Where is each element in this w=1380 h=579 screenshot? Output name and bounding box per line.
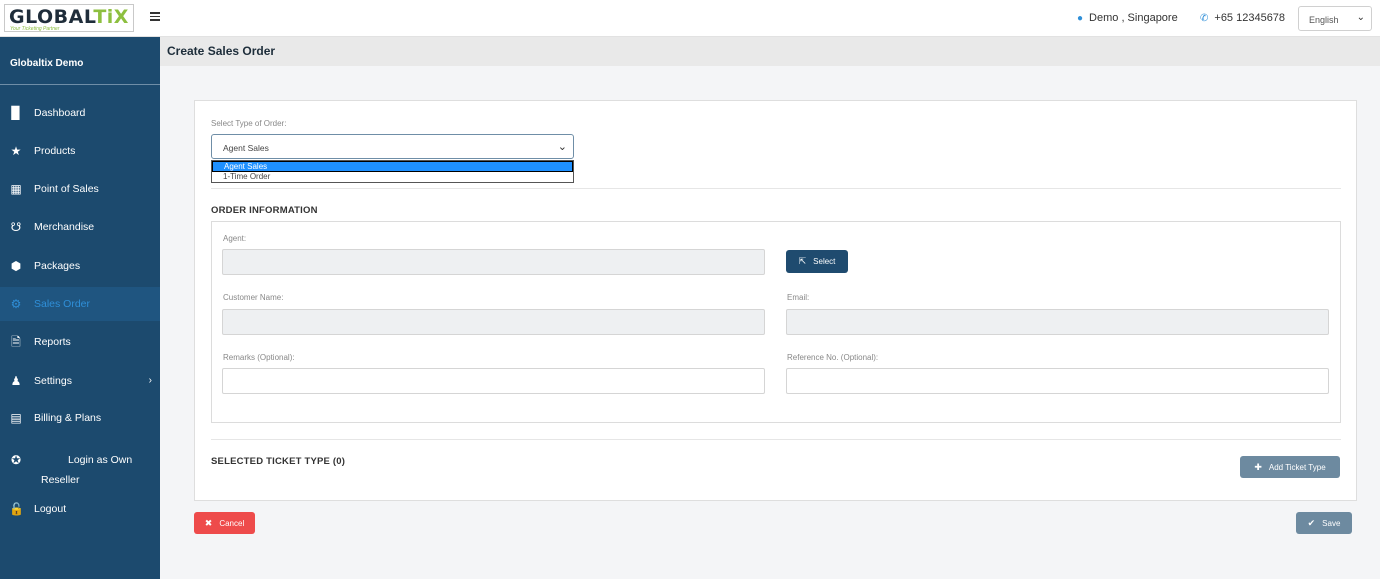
check-icon: ✔ [1307, 517, 1316, 528]
order-type-select[interactable]: Agent Sales ⌄ [211, 134, 574, 159]
save-button[interactable]: ✔ Save [1296, 512, 1352, 534]
agent-label: Agent: [223, 234, 247, 243]
reference-no-field[interactable] [786, 368, 1329, 394]
user-info[interactable]: ● Demo , Singapore [1077, 12, 1178, 24]
cursor-icon: ⇱ [798, 256, 807, 266]
menu-toggle-icon[interactable] [150, 10, 160, 24]
dropdown-option-1-time-order[interactable]: 1-Time Order [212, 172, 573, 183]
sidebar-item-merchandise[interactable]: ☋ Merchandise [0, 220, 160, 234]
sidebar-item-dashboard[interactable]: ▉ Dashboard [0, 106, 160, 120]
divider [211, 188, 1341, 189]
selected-ticket-type-title: SELECTED TICKET TYPE (0) [211, 456, 346, 467]
lock-icon: 🔓 [9, 502, 24, 516]
star-circle-icon: ✪ [10, 453, 22, 467]
plus-icon: ✚ [1254, 461, 1262, 472]
content-header: Create Sales Order [160, 37, 1380, 66]
order-type-label: Select Type of Order: [211, 119, 287, 128]
sidebar-item-products[interactable]: ★ Products [0, 144, 160, 158]
divider [211, 439, 1341, 440]
bar-chart-icon: ▉ [11, 106, 21, 120]
sidebar-brand: Globaltix Demo [0, 37, 160, 85]
close-icon: ✖ [204, 517, 213, 528]
customer-name-label: Customer Name: [223, 293, 284, 302]
box-icon: ⬢ [10, 259, 22, 273]
chevron-down-icon: ⌄ [1356, 12, 1365, 23]
user-settings-icon: ♟ [10, 374, 22, 388]
email-field[interactable] [786, 309, 1329, 335]
chevron-down-icon: ⌄ [557, 141, 567, 153]
sidebar-item-logout[interactable]: 🔓 Logout [0, 502, 160, 516]
order-information-title: ORDER INFORMATION [211, 205, 318, 216]
cart-icon: ☋ [10, 220, 22, 234]
order-type-dropdown: Agent Sales 1-Time Order [211, 160, 574, 183]
globaltix-logo[interactable]: GLOBALTiX Your Ticketing Partner [4, 4, 134, 32]
file-icon: 🗎 [11, 335, 21, 349]
agent-field[interactable] [222, 249, 765, 275]
cancel-button[interactable]: ✖ Cancel [194, 512, 255, 534]
logo-accent-text: TiX [93, 6, 129, 28]
remarks-field[interactable] [222, 368, 765, 394]
add-ticket-type-button[interactable]: ✚ Add Ticket Type [1240, 456, 1340, 478]
top-bar: GLOBALTiX Your Ticketing Partner ● Demo … [0, 0, 1380, 37]
page-title: Create Sales Order [167, 44, 276, 58]
email-label: Email: [787, 293, 810, 302]
logo-tagline: Your Ticketing Partner [10, 26, 60, 32]
sidebar: Globaltix Demo ▉ Dashboard ★ Products ▦ … [0, 37, 160, 579]
gear-icon: ⚙ [10, 297, 22, 311]
grid-icon: ▦ [10, 182, 22, 196]
credit-card-icon: ▤ [10, 411, 22, 425]
reference-no-label: Reference No. (Optional): [787, 353, 879, 362]
sidebar-item-billing-plans[interactable]: ▤ Billing & Plans [0, 411, 160, 425]
sidebar-item-reports[interactable]: 🗎 Reports [0, 335, 160, 349]
customer-name-field[interactable] [222, 309, 765, 335]
chevron-right-icon: › [148, 375, 152, 386]
select-agent-button[interactable]: ⇱ Select [786, 250, 848, 273]
remarks-label: Remarks (Optional): [223, 353, 295, 362]
user-label: Demo , Singapore [1089, 12, 1178, 24]
phone-label: +65 12345678 [1214, 12, 1286, 24]
dropdown-option-agent-sales[interactable]: Agent Sales [212, 161, 573, 172]
sidebar-item-packages[interactable]: ⬢ Packages [0, 259, 160, 273]
logo-text: GLOBAL [9, 6, 94, 28]
ticket-icon: ★ [10, 144, 22, 158]
language-select[interactable]: English ⌄ [1298, 6, 1372, 31]
phone-icon: ✆ [1200, 12, 1209, 24]
sidebar-item-settings[interactable]: ♟ Settings › [0, 374, 160, 388]
user-icon: ● [1077, 12, 1084, 24]
sidebar-item-login-as-own-reseller[interactable]: ✪ Login as Own Reseller [0, 450, 132, 490]
sidebar-item-point-of-sales[interactable]: ▦ Point of Sales [0, 182, 160, 196]
phone-info: ✆ +65 12345678 [1200, 12, 1285, 24]
sales-order-form: Select Type of Order: Agent Sales ⌄ Agen… [194, 100, 1357, 501]
sidebar-item-sales-order[interactable]: ⚙ Sales Order [0, 287, 160, 321]
